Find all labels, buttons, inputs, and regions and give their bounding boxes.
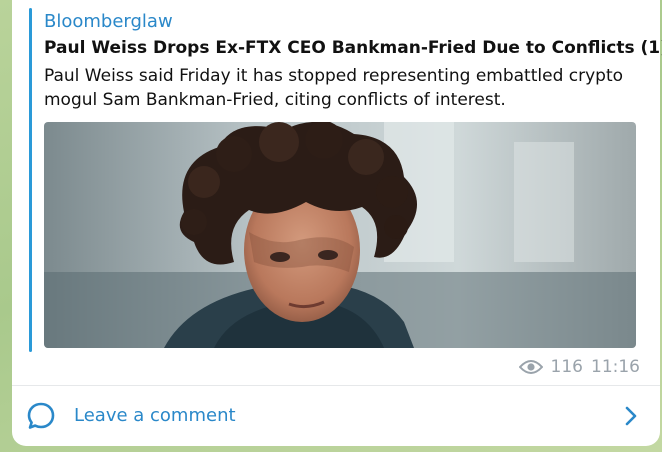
link-preview-title[interactable]: Paul Weiss Drops Ex-FTX CEO Bankman-Frie… xyxy=(44,38,662,58)
link-preview-description: Paul Weiss said Friday it has stopped re… xyxy=(44,66,624,110)
link-preview-accent-bar xyxy=(29,8,32,352)
link-preview-image[interactable] xyxy=(44,122,636,348)
message-time: 11:16 xyxy=(591,357,640,377)
eye-icon xyxy=(518,360,543,374)
leave-comment-label[interactable]: Leave a comment xyxy=(74,405,236,426)
link-preview[interactable]: Bloomberglaw Paul Weiss Drops Ex-FTX CEO… xyxy=(29,8,662,352)
message-meta: 116 11:16 xyxy=(518,357,640,377)
channel-post-bubble: Bloomberglaw Paul Weiss Drops Ex-FTX CEO… xyxy=(12,0,662,446)
comment-bubble-icon xyxy=(27,402,55,429)
view-count: 116 xyxy=(550,357,583,377)
chevron-right-icon xyxy=(625,406,637,426)
link-preview-site-name[interactable]: Bloomberglaw xyxy=(44,11,173,32)
leave-comment-button[interactable]: Leave a comment xyxy=(12,386,660,446)
